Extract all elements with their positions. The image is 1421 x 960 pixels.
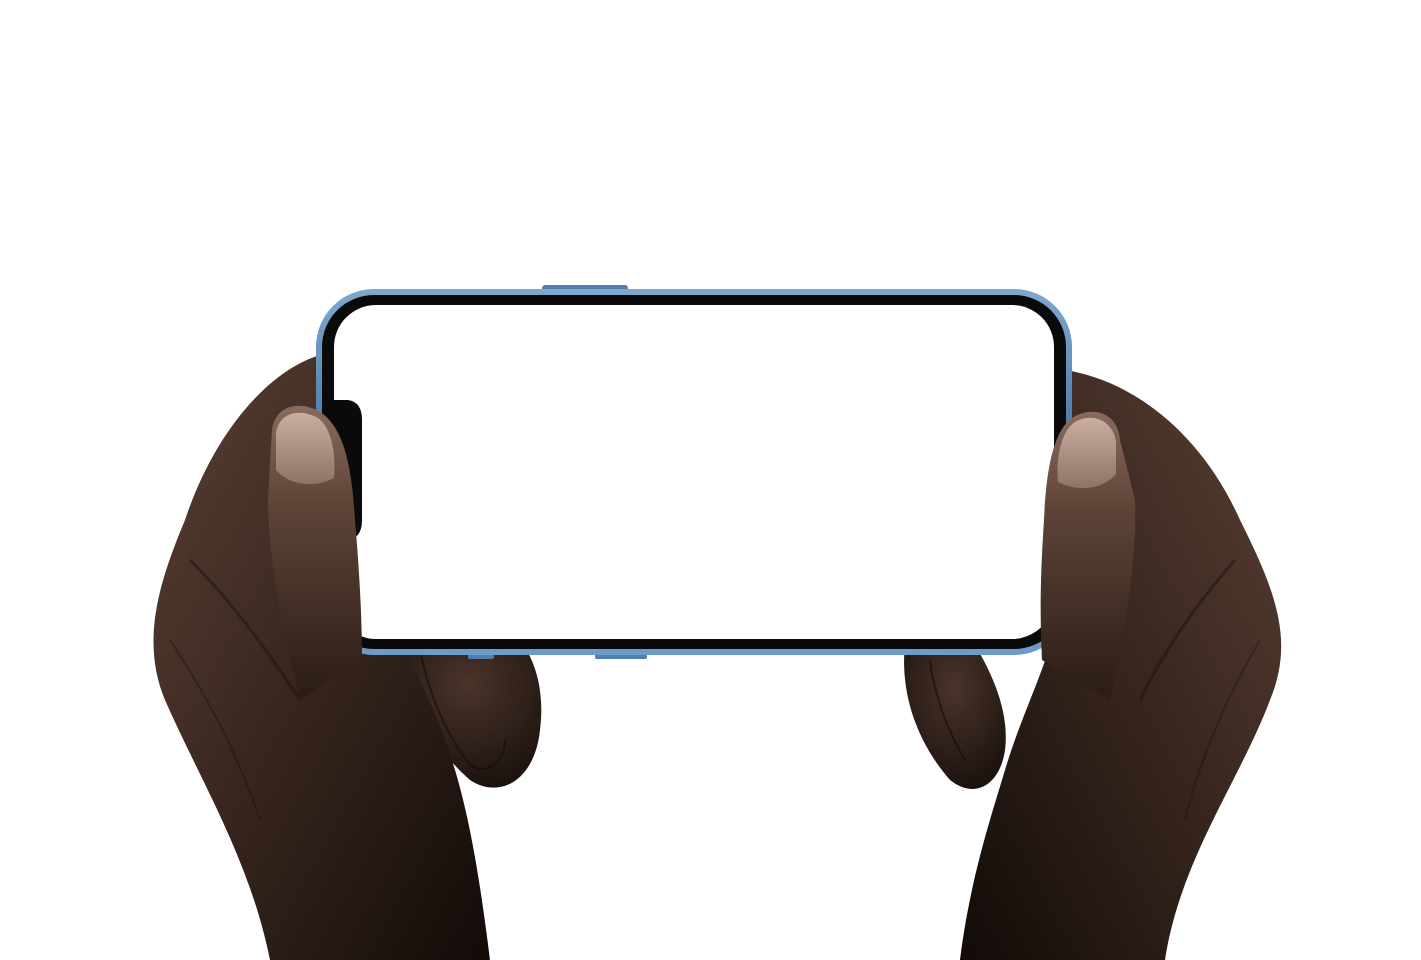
scene-illustration <box>153 285 1282 960</box>
right-fingers-behind <box>904 645 1006 789</box>
phone-screen <box>334 305 1054 639</box>
product-photo-scene <box>0 0 1421 960</box>
phone <box>316 285 1072 659</box>
